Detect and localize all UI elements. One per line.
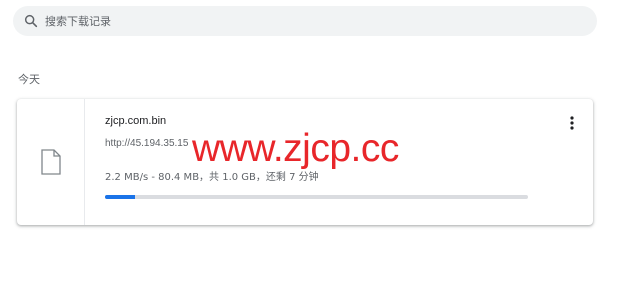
search-icon (24, 14, 38, 28)
file-icon (40, 149, 61, 175)
progress-status: 2.2 MB/s - 80.4 MB，共 1.0 GB，还剩 7 分钟 (105, 172, 319, 183)
more-actions-button[interactable] (563, 114, 581, 132)
date-group-header: 今天 (18, 73, 40, 86)
progress-bar (105, 195, 528, 199)
search-bar[interactable] (13, 6, 597, 36)
file-name: zjcp.com.bin (105, 115, 167, 127)
more-vert-icon (570, 116, 574, 130)
download-item: zjcp.com.bin http://45.194.35.15 2.2 MB/… (17, 99, 593, 225)
file-url[interactable]: http://45.194.35.15 (105, 138, 188, 149)
search-input[interactable] (45, 14, 565, 28)
file-icon-container (17, 99, 85, 225)
progress-bar-fill (105, 195, 135, 199)
